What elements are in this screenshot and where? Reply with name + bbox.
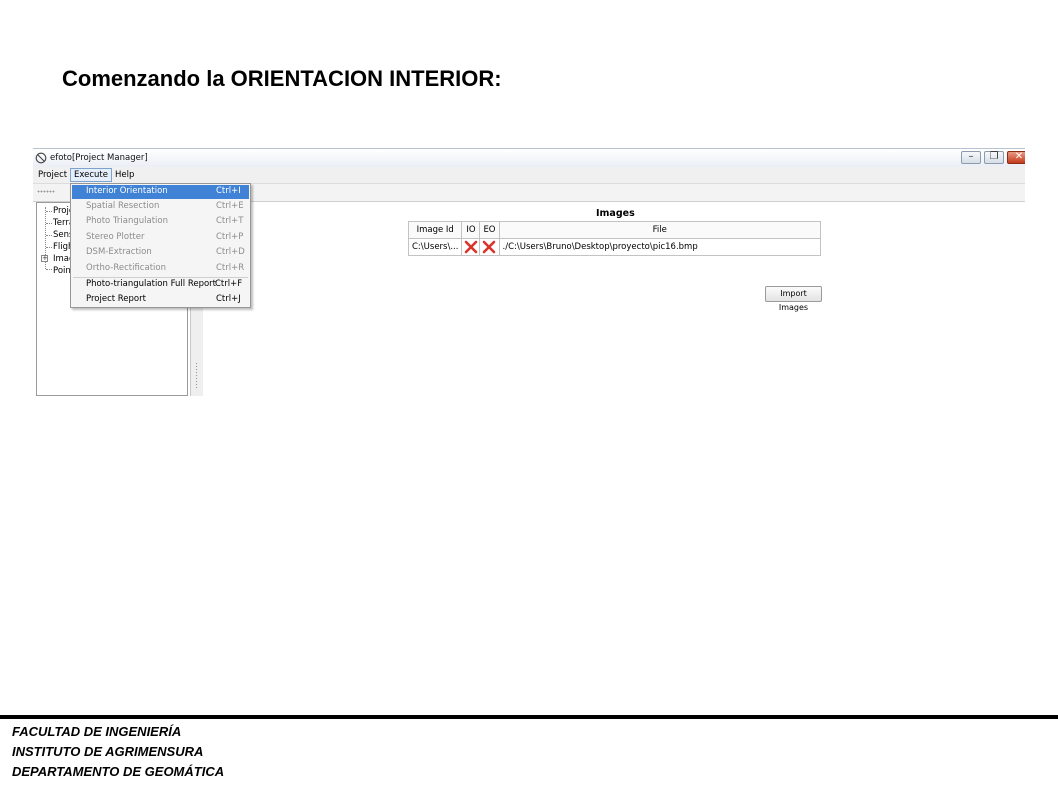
menu-item-label: Ortho-Rectification [86,263,166,273]
menu-item-interior-orientation[interactable]: Interior Orientation Ctrl+I [72,185,249,199]
cell-eo[interactable] [479,238,500,256]
menu-item-shortcut: Ctrl+I [216,186,241,196]
window-title: efoto[Project Manager] [50,153,148,163]
menu-item-project-report[interactable]: Project Report Ctrl+J [72,293,249,307]
minimize-icon: – [968,151,974,162]
not-done-x-icon [483,240,496,254]
expand-plus-icon[interactable]: + [41,255,48,262]
menu-item-label: Spatial Resection [86,201,160,211]
menu-item-shortcut: Ctrl+T [216,216,244,226]
tree-connector [46,235,52,236]
not-done-x-icon [464,240,478,254]
menu-item-shortcut: Ctrl+F [215,279,243,289]
splitter-grip-icon [195,362,198,390]
cell-io[interactable] [461,238,481,256]
menu-item-label: Stereo Plotter [86,232,145,242]
cell-file[interactable]: ./C:\Users\Bruno\Desktop\proyecto\pic16.… [498,238,821,256]
efoto-app-icon [35,152,47,164]
menu-item-dsm-extraction[interactable]: DSM-Extraction Ctrl+D [72,246,249,260]
column-header-file[interactable]: File [498,221,821,239]
images-panel: Images Image Id IO EO File C:\Users\... [203,202,1025,396]
images-table: Image Id IO EO File C:\Users\... ./C:\Us… [407,221,821,256]
tree-connector [46,247,52,248]
footer-line-institute: INSTITUTO DE AGRIMENSURA [12,744,204,759]
menu-item-shortcut: Ctrl+P [216,232,244,242]
cell-image-id[interactable]: C:\Users\... [407,238,463,256]
menu-item-stereo-plotter[interactable]: Stereo Plotter Ctrl+P [72,231,249,245]
menu-item-shortcut: Ctrl+E [216,201,244,211]
table-row[interactable]: C:\Users\... ./C:\Users\Bruno\Desktop\pr… [407,238,821,256]
execute-menu-dropdown: Interior Orientation Ctrl+I Spatial Rese… [70,183,251,308]
column-header-image-id[interactable]: Image Id [407,221,463,239]
menu-item-label: Photo-triangulation Full Report [86,279,217,289]
maximize-button[interactable]: ❐ [984,151,1004,164]
menu-item-photo-triangulation[interactable]: Photo Triangulation Ctrl+T [72,215,249,229]
tree-connector [46,269,52,270]
menu-item-ortho-rectification[interactable]: Ortho-Rectification Ctrl+R [72,262,249,276]
menu-item-label: DSM-Extraction [86,247,152,257]
minimize-button[interactable]: – [961,151,981,164]
slide-title: Comenzando la ORIENTACION INTERIOR: [62,66,502,91]
menu-item-label: Photo Triangulation [86,216,168,226]
toolbar-grip-icon[interactable] [37,190,55,193]
close-button[interactable]: ✕ [1007,151,1025,164]
column-header-eo[interactable]: EO [479,221,500,239]
tree-connector [46,211,52,212]
restore-icon: ❐ [989,151,999,162]
menu-help[interactable]: Help [112,169,137,181]
footer-line-department: DEPARTAMENTO DE GEOMÁTICA [12,764,225,779]
window-titlebar[interactable]: efoto[Project Manager] – ❐ ✕ [33,148,1025,168]
table-header-row: Image Id IO EO File [407,221,821,239]
menu-item-label: Project Report [86,294,146,304]
menu-project[interactable]: Project [35,169,70,181]
tree-connector [46,223,52,224]
footer-line-faculty: FACULTAD DE INGENIERÍA [12,724,182,739]
close-icon: ✕ [1014,151,1024,162]
footer-rule [0,715,1058,719]
menu-item-phototriangulation-full-report[interactable]: Photo-triangulation Full Report Ctrl+F [72,278,249,292]
menu-item-shortcut: Ctrl+D [216,247,245,257]
menu-execute[interactable]: Execute [70,168,112,182]
menu-item-shortcut: Ctrl+J [216,294,241,304]
column-header-io[interactable]: IO [461,221,481,239]
images-heading: Images [596,208,635,219]
menu-item-shortcut: Ctrl+R [216,263,245,273]
import-images-button[interactable]: Import Images [765,286,822,312]
efoto-window: efoto[Project Manager] – ❐ ✕ Project Exe… [33,148,1025,396]
menu-item-spatial-resection[interactable]: Spatial Resection Ctrl+E [72,200,249,214]
menubar: Project Execute Help [33,167,1025,184]
menu-item-label: Interior Orientation [86,186,168,196]
